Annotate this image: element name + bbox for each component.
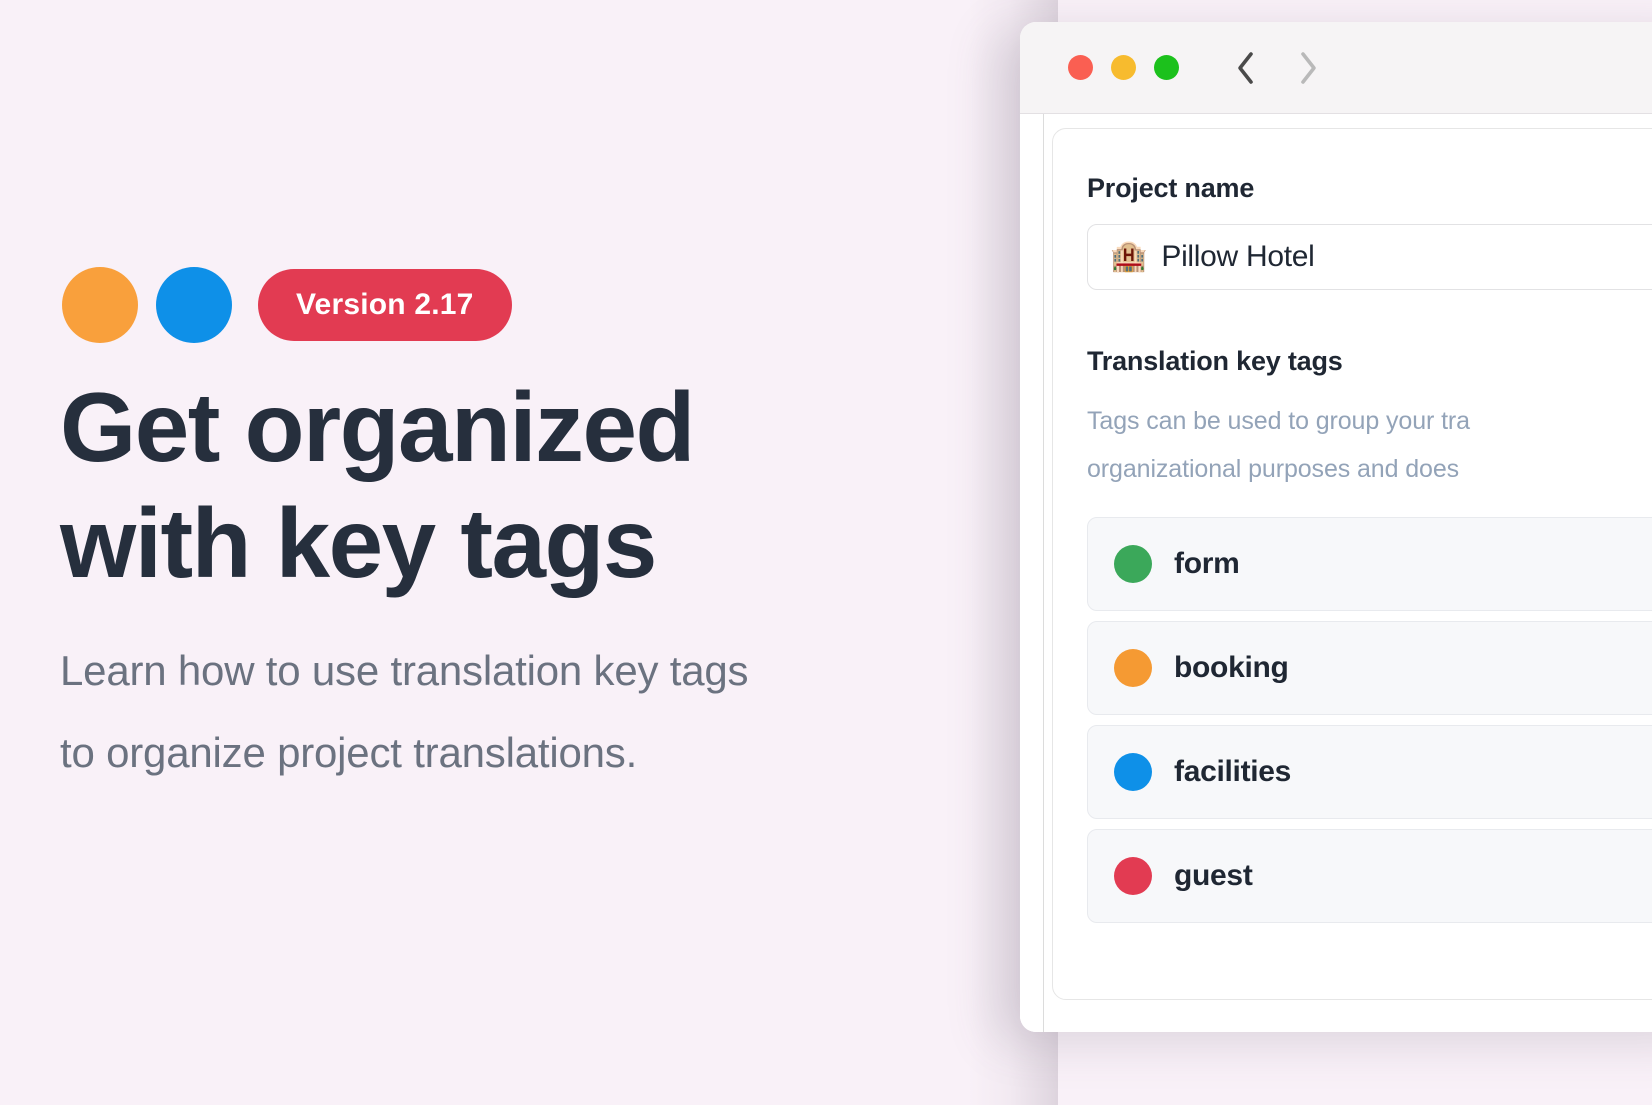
window-titlebar <box>1020 22 1652 114</box>
page-title: Get organized with key tags <box>60 370 820 601</box>
page-title-line-2: with key tags <box>60 487 657 598</box>
traffic-light-group <box>1068 55 1179 80</box>
hero-panel: Version 2.17 Get organized with key tags… <box>0 0 1040 1105</box>
settings-card: Project name 🏨 Pillow Hotel Translation … <box>1052 128 1652 1000</box>
tag-color-dot-icon <box>1114 753 1152 791</box>
minimize-button-icon[interactable] <box>1111 55 1136 80</box>
page-subtitle-line-2: to organize project translations. <box>60 728 638 776</box>
navigation-buttons <box>1233 49 1321 87</box>
window-body: Project name 🏨 Pillow Hotel Translation … <box>1020 114 1652 1032</box>
project-name-value: Pillow Hotel <box>1161 240 1315 273</box>
tag-label: facilities <box>1174 755 1292 788</box>
tag-label: booking <box>1174 651 1289 684</box>
page-subtitle-line-1: Learn how to use translation key tags <box>60 647 749 694</box>
back-button[interactable] <box>1233 49 1259 87</box>
version-badge: Version 2.17 <box>258 269 512 341</box>
project-name-input[interactable]: 🏨 Pillow Hotel <box>1087 224 1652 290</box>
chevron-left-icon <box>1238 51 1253 84</box>
hotel-emoji-icon: 🏨 <box>1110 240 1148 273</box>
project-name-label: Project name <box>1087 173 1255 203</box>
tag-color-dot-icon <box>1114 649 1152 687</box>
hero-badge-row: Version 2.17 <box>62 266 512 344</box>
tag-label: guest <box>1174 859 1253 892</box>
chevron-right-icon <box>1301 51 1316 84</box>
tag-label: form <box>1174 547 1240 580</box>
blue-dot-icon <box>156 267 232 343</box>
maximize-button-icon[interactable] <box>1154 55 1179 80</box>
forward-button[interactable] <box>1295 49 1321 87</box>
tag-row-guest[interactable]: guest <box>1087 829 1652 923</box>
browser-window: Project name 🏨 Pillow Hotel Translation … <box>1020 22 1652 1032</box>
content-area: Project name 🏨 Pillow Hotel Translation … <box>1044 114 1652 1032</box>
tag-color-dot-icon <box>1114 545 1152 583</box>
page-title-line-1: Get organized <box>60 372 695 482</box>
tag-list: form booking facilities guest <box>1087 517 1652 923</box>
tag-row-facilities[interactable]: facilities <box>1087 725 1652 819</box>
screenshot-stage: Version 2.17 Get organized with key tags… <box>0 0 1652 1105</box>
close-button-icon[interactable] <box>1068 55 1093 80</box>
tag-color-dot-icon <box>1114 857 1152 895</box>
tags-help-text: Tags can be used to group your tra organ… <box>1087 407 1470 483</box>
tag-row-booking[interactable]: booking <box>1087 621 1652 715</box>
orange-dot-icon <box>62 267 138 343</box>
translation-key-tags-label: Translation key tags <box>1087 346 1343 376</box>
sidebar-rail <box>1020 114 1044 1032</box>
tag-row-form[interactable]: form <box>1087 517 1652 611</box>
page-subtitle: Learn how to use translation key tags to… <box>60 630 960 794</box>
